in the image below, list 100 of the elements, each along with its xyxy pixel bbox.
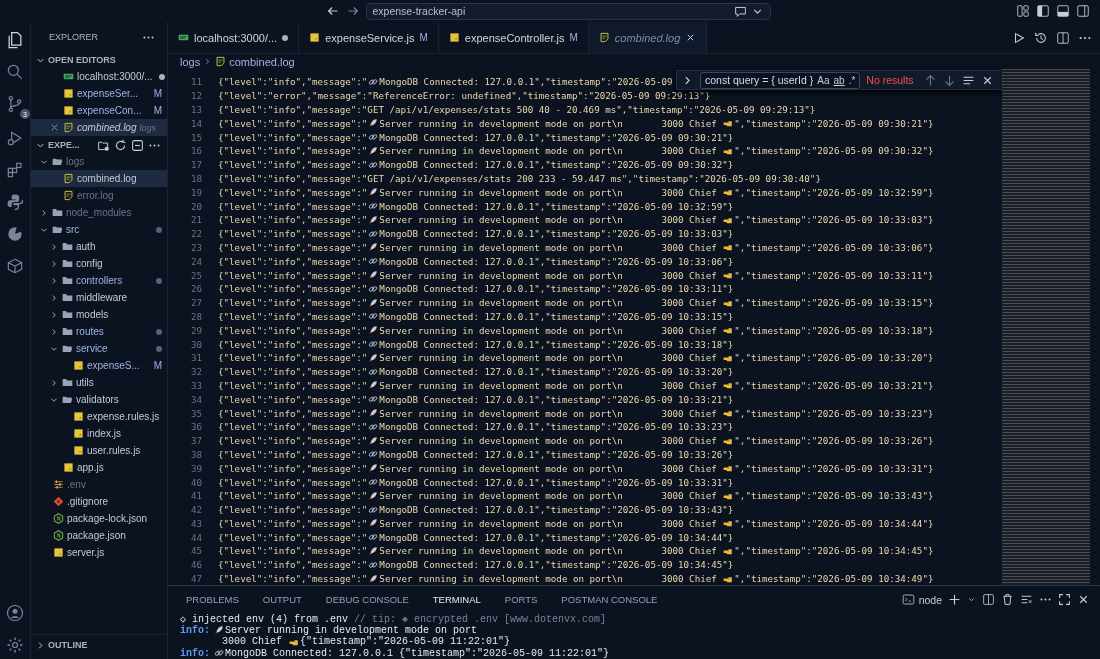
account-icon[interactable] <box>5 603 25 623</box>
tree-item[interactable]: utils <box>31 374 167 391</box>
add-icon[interactable] <box>948 593 961 606</box>
package-icon[interactable] <box>5 256 25 276</box>
tree-item[interactable]: error.log <box>31 187 167 204</box>
code-text: ","timestamp":"2026-05-09 10:34:49"} <box>734 573 934 585</box>
pie-chart-icon[interactable] <box>5 224 25 244</box>
pointing-hand-icon <box>723 270 734 281</box>
code-text: MongoDB Connected: 127.0.0.1","timestamp":"2026-05-09 10:33:18"} <box>379 338 734 350</box>
panel-tab[interactable]: PROBLEMS <box>182 594 243 605</box>
tree-item[interactable]: expenseS... M <box>31 357 167 374</box>
code-text: MongoDB Connected: 127.0.0.1","timestamp":"2026-05-09 10:34:45"} <box>379 559 734 571</box>
code-text: {"level":"error","message":"ReferenceError: undefined","timestamp":"2026-05-09 09:29:13"} <box>218 90 711 102</box>
command-center[interactable]: expense-tracker-api <box>365 2 771 20</box>
tree-item[interactable]: config <box>31 255 167 272</box>
tree-item[interactable]: validators <box>31 391 167 408</box>
terminal-comment: // tip: ◈ encrypted .env [www.dotenvx.com] <box>353 612 607 625</box>
panel-tab[interactable]: POSTMAN CONSOLE <box>557 594 662 605</box>
code-text: {"level":"info","message":" <box>218 504 368 516</box>
search-icon[interactable] <box>5 62 25 82</box>
editor-tab[interactable]: expenseController.js M <box>438 22 589 53</box>
section-title[interactable]: EXPE... <box>48 140 80 150</box>
tree-item[interactable]: user.rules.js <box>31 442 167 459</box>
tree-item[interactable]: middleware <box>31 289 167 306</box>
open-editor-item[interactable]: expenseCon... M <box>31 102 167 119</box>
find-field[interactable]: const query = { userId } Aa ab .* <box>700 71 861 89</box>
sidebar-toggle-icon[interactable] <box>1036 4 1050 18</box>
line-number: 15 <box>189 131 203 143</box>
collapse-icon[interactable] <box>131 138 144 152</box>
terminal-selector[interactable]: node <box>901 593 942 606</box>
pointing-hand-icon <box>723 408 734 418</box>
code-text: {"level":"info","message":" <box>218 393 368 405</box>
layout-icon[interactable] <box>1016 4 1030 18</box>
tree-item[interactable]: combined.log <box>31 170 167 187</box>
link-icon <box>368 339 379 350</box>
split-terminal-icon[interactable] <box>982 593 995 606</box>
section-title[interactable]: OPEN EDITORS <box>48 55 116 65</box>
run-icon[interactable] <box>1012 30 1026 45</box>
tree-item[interactable]: routes <box>31 323 167 340</box>
python-icon[interactable] <box>5 192 25 212</box>
line-number: 43 <box>189 517 203 529</box>
tree-item[interactable]: .gitignore <box>31 493 167 510</box>
editor-tab[interactable]: expenseService.js M <box>299 22 439 53</box>
open-editor-item[interactable]: localhost:3000/... <box>31 68 167 85</box>
tree-item[interactable]: expense.rules.js <box>31 408 167 425</box>
match-case-toggle[interactable]: Aa <box>817 74 830 86</box>
code-text: MongoDB Connected: 127.0.0.1","timestamp":"2026-05-09 10:33:23"} <box>379 421 734 433</box>
link-icon <box>368 76 379 87</box>
folder-icon <box>62 394 73 405</box>
line-number: 26 <box>189 283 203 295</box>
settings-icon[interactable] <box>5 635 25 655</box>
terminal-text: 3000 Chief <box>221 636 284 648</box>
breadcrumb-item[interactable]: logs <box>180 55 201 68</box>
tree-item[interactable]: package.json <box>31 527 167 544</box>
next-match-icon[interactable] <box>942 73 956 87</box>
editor-tab[interactable]: combined.log <box>588 22 708 53</box>
tree-item[interactable]: controllers <box>31 272 167 289</box>
tree-item[interactable]: auth <box>31 238 167 255</box>
split-editor-icon[interactable] <box>1056 30 1070 45</box>
panel-tab[interactable]: TERMINAL <box>428 594 485 605</box>
panel-tab[interactable]: PORTS <box>500 594 542 605</box>
tree-item[interactable]: src <box>31 221 167 238</box>
back-icon[interactable] <box>325 4 340 18</box>
js-file-icon <box>53 547 64 558</box>
tree-item[interactable]: index.js <box>31 425 167 442</box>
code-text: Server running in development mode on port\n 3000 Chief <box>379 297 718 309</box>
chat-icon[interactable] <box>733 4 747 18</box>
code-text: MongoDB Connected: 127.0.0.1","timestamp":"2026-05-09 <box>379 76 673 88</box>
tree-item[interactable]: app.js <box>31 459 167 476</box>
whole-word-toggle[interactable]: ab <box>833 74 845 86</box>
panel-toggle-icon[interactable] <box>1056 4 1070 18</box>
close-icon[interactable] <box>1077 593 1090 606</box>
caret-icon[interactable] <box>967 595 976 604</box>
regex-toggle[interactable]: .* <box>848 74 856 86</box>
refresh-icon[interactable] <box>114 138 127 152</box>
code-text: {"level":"info","message":" <box>218 214 368 226</box>
open-editor-item[interactable]: expenseSer... M <box>31 85 167 102</box>
line-number: 40 <box>189 476 203 488</box>
tree-item[interactable]: logs <box>31 153 167 170</box>
tree-item[interactable]: .env <box>31 476 167 493</box>
tree-item[interactable]: server.js <box>31 544 167 561</box>
clear-icon[interactable] <box>1020 593 1033 606</box>
tree-item[interactable]: node_modules <box>31 204 167 221</box>
editor-tab[interactable]: localhost:3000/... <box>168 22 300 53</box>
history-icon[interactable] <box>1034 30 1048 45</box>
previous-match-icon[interactable] <box>923 73 937 87</box>
maximize-icon[interactable] <box>1058 593 1071 606</box>
tree-item[interactable]: package-lock.json <box>31 510 167 527</box>
tree-item[interactable]: service <box>31 340 167 357</box>
result-count: No results <box>866 74 914 86</box>
code-text: {"level":"info","message":" <box>218 186 368 198</box>
open-editor-item[interactable]: combined.log logs <box>31 119 167 136</box>
panel-tab[interactable]: DEBUG CONSOLE <box>321 594 413 605</box>
tree-item[interactable]: models <box>31 306 167 323</box>
section-title[interactable]: OUTLINE <box>48 640 88 650</box>
secondary-sidebar-icon[interactable] <box>1076 4 1090 18</box>
terminal-text: {"timestamp":"2026-05-09 11:22:01"} <box>300 636 511 648</box>
panel-tab[interactable]: OUTPUT <box>258 594 306 605</box>
breadcrumb-item[interactable]: combined.log <box>229 55 295 68</box>
trash-icon[interactable] <box>1001 593 1014 606</box>
